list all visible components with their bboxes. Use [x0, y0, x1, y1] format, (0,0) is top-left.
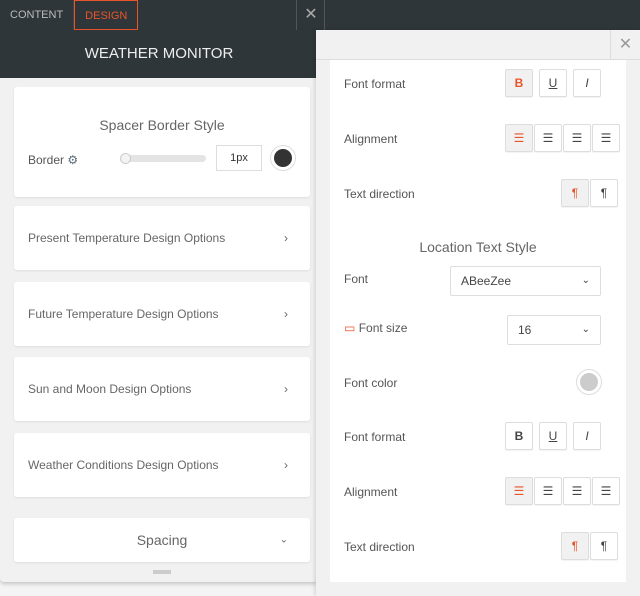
alignment-buttons: ☰ ☰ ☰ ☰	[504, 477, 620, 505]
text-direction-buttons: ¶ ¶	[560, 179, 618, 207]
underline-button[interactable]: U	[539, 69, 567, 97]
close-icon[interactable]: ✕	[296, 0, 325, 30]
font-color-picker[interactable]	[576, 369, 602, 395]
text-direction-label: Text direction	[344, 187, 415, 201]
border-width-input[interactable]: 1px	[216, 145, 262, 171]
font-format-label: Font format	[344, 430, 406, 444]
rtl-icon[interactable]: ¶	[590, 179, 618, 207]
panel-header: ✕	[316, 30, 640, 60]
font-label: Font	[344, 272, 369, 286]
alignment-label: Alignment	[344, 132, 398, 146]
align-right-icon[interactable]: ☰	[563, 477, 591, 505]
border-color-picker[interactable]	[270, 145, 296, 171]
border-label: Border ⚙	[28, 153, 78, 167]
alignment-buttons: ☰ ☰ ☰ ☰	[504, 124, 620, 152]
section-label: Sun and Moon Design Options	[28, 382, 192, 396]
gear-icon[interactable]: ⚙	[67, 153, 78, 167]
section-present-temperature[interactable]: Present Temperature Design Options ›	[14, 206, 310, 270]
tab-content[interactable]: CONTENT	[0, 0, 75, 30]
chevron-right-icon: ›	[284, 458, 288, 472]
text-direction-buttons: ¶ ¶	[560, 532, 618, 560]
text-style-card: Font format B U I Alignment ☰ ☰ ☰ ☰ Text…	[330, 60, 626, 582]
align-justify-icon[interactable]: ☰	[592, 124, 620, 152]
devices-icon[interactable]: ▭	[344, 321, 355, 335]
ltr-icon[interactable]: ¶	[561, 532, 589, 560]
section-label: Future Temperature Design Options	[28, 307, 219, 321]
alignment-label: Alignment	[344, 485, 398, 499]
tab-bar: CONTENT DESIGN	[0, 0, 325, 30]
font-size-label: ▭ Font size	[344, 321, 407, 335]
align-center-icon[interactable]: ☰	[534, 477, 562, 505]
align-justify-icon[interactable]: ☰	[592, 477, 620, 505]
chevron-down-icon: ⌄	[581, 275, 590, 286]
font-color-label: Font color	[344, 376, 398, 390]
font-format-buttons: B U I	[504, 422, 601, 450]
chevron-down-icon: ⌄	[581, 324, 590, 335]
rtl-icon[interactable]: ¶	[590, 532, 618, 560]
font-size-value: 16	[518, 323, 532, 337]
spacer-title: Spacer Border Style	[99, 117, 225, 133]
design-panel: WEATHER MONITOR Spacer Border Style Bord…	[0, 30, 318, 582]
bold-button[interactable]: B	[505, 69, 533, 97]
bold-button[interactable]: B	[505, 422, 533, 450]
border-slider[interactable]	[120, 153, 206, 164]
chevron-right-icon: ›	[284, 231, 288, 245]
chevron-right-icon: ›	[284, 307, 288, 321]
italic-button[interactable]: I	[573, 69, 601, 97]
section-future-temperature[interactable]: Future Temperature Design Options ›	[14, 282, 310, 346]
section-spacing[interactable]: Spacing ⌄	[14, 518, 310, 562]
align-left-icon[interactable]: ☰	[505, 477, 533, 505]
section-weather-conditions[interactable]: Weather Conditions Design Options ›	[14, 433, 310, 497]
underline-button[interactable]: U	[539, 422, 567, 450]
font-select[interactable]: ABeeZee ⌄	[450, 266, 601, 296]
section-label: Spacing	[136, 532, 188, 548]
section-label: Present Temperature Design Options	[28, 231, 226, 245]
align-right-icon[interactable]: ☰	[563, 124, 591, 152]
spacer-border-card: Spacer Border Style Border ⚙ 1px	[14, 87, 310, 197]
text-direction-label: Text direction	[344, 540, 415, 554]
section-sun-moon[interactable]: Sun and Moon Design Options ›	[14, 357, 310, 421]
text-style-panel: ✕ Font format B U I Alignment ☰ ☰ ☰ ☰ Te…	[316, 30, 640, 596]
font-format-label: Font format	[344, 77, 406, 91]
border-label-text: Border	[28, 153, 65, 167]
resize-handle[interactable]	[153, 570, 171, 574]
font-value: ABeeZee	[461, 274, 512, 288]
slider-handle[interactable]	[120, 153, 131, 164]
font-format-buttons: B U I	[504, 69, 601, 97]
close-icon[interactable]: ✕	[610, 30, 640, 60]
ltr-icon[interactable]: ¶	[561, 179, 589, 207]
location-style-title: Location Text Style	[419, 239, 537, 255]
italic-button[interactable]: I	[573, 422, 601, 450]
font-size-select[interactable]: 16 ⌄	[507, 315, 601, 345]
panel-title: WEATHER MONITOR	[0, 30, 318, 78]
align-center-icon[interactable]: ☰	[534, 124, 562, 152]
tab-design[interactable]: DESIGN	[74, 0, 139, 30]
font-size-label-text: Font size	[358, 321, 408, 335]
section-label: Weather Conditions Design Options	[28, 458, 219, 472]
chevron-right-icon: ›	[284, 382, 288, 396]
chevron-down-icon: ⌄	[279, 534, 288, 546]
align-left-icon[interactable]: ☰	[505, 124, 533, 152]
